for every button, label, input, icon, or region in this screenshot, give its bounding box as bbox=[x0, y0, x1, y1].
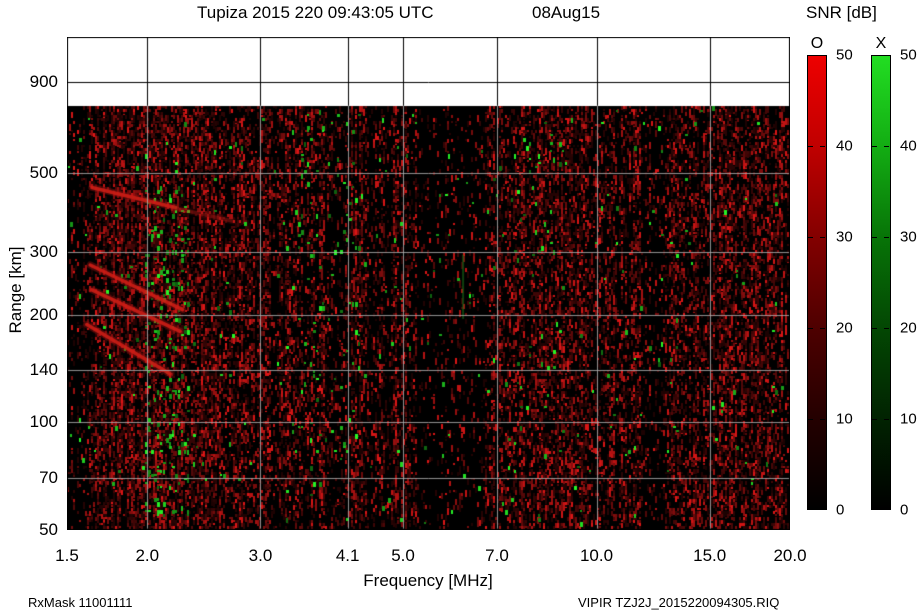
plot-date-label: 08Aug15 bbox=[532, 3, 601, 22]
y-tick-label: 500 bbox=[29, 162, 58, 182]
colorbar-tick-label: 0 bbox=[836, 501, 845, 519]
x-tick-label: 1.5 bbox=[55, 546, 79, 565]
colorbar-tick-dash bbox=[872, 237, 877, 238]
ionogram-canvas bbox=[67, 37, 790, 530]
colorbar-tick-dash bbox=[884, 237, 889, 238]
x-tick-label: 4.1 bbox=[335, 546, 360, 565]
plot-title: Tupiza 2015 220 09:43:05 UTC bbox=[197, 3, 434, 22]
colorbar-tick-dash bbox=[820, 328, 825, 329]
colorbar-tick-dash bbox=[884, 419, 889, 420]
colorbar-tick-dash bbox=[872, 146, 877, 147]
colorbar-tick-label: 30 bbox=[836, 228, 853, 246]
y-tick-label: 140 bbox=[29, 360, 58, 380]
colorbar-tick-dash bbox=[820, 419, 825, 420]
o-channel-label: O bbox=[810, 35, 824, 52]
o-channel-colorbar bbox=[807, 55, 827, 510]
x-axis-label: Frequency [MHz] bbox=[363, 571, 493, 590]
colorbar-tick-dash bbox=[884, 146, 889, 147]
colorbar-tick-dash bbox=[884, 328, 889, 329]
colorbar-tick-dash bbox=[820, 146, 825, 147]
colorbar-tick-label: 10 bbox=[836, 410, 853, 428]
colorbar-tick-label: 40 bbox=[900, 137, 917, 155]
colorbar-tick-label: 20 bbox=[900, 319, 917, 337]
snr-colorbar-group-x: X 50 40 30 20 10 0 bbox=[871, 35, 917, 519]
x-tick-label: 3.0 bbox=[248, 546, 273, 565]
x-tick-label: 15.0 bbox=[693, 546, 727, 565]
colorbar-tick-label: 20 bbox=[836, 319, 853, 337]
colorbar-tick-dash bbox=[872, 419, 877, 420]
x-tick-label: 5.0 bbox=[391, 546, 415, 565]
colorbar-tick-dash bbox=[808, 237, 813, 238]
colorbar-tick-dash bbox=[808, 146, 813, 147]
x-channel-label: X bbox=[875, 35, 887, 52]
y-axis-label: Range [km] bbox=[6, 246, 25, 334]
rx-mask-label: RxMask 11001111 bbox=[28, 595, 133, 610]
y-tick-label: 100 bbox=[29, 412, 58, 432]
y-tick-label: 70 bbox=[39, 467, 58, 487]
y-tick-label: 900 bbox=[29, 71, 58, 91]
colorbar-tick-dash bbox=[808, 328, 813, 329]
ionogram-view: { "header": { "title": "Tupiza 2015 220 … bbox=[0, 0, 922, 614]
y-tick-label: 50 bbox=[39, 520, 58, 539]
snr-legend-title: SNR [dB] bbox=[806, 3, 877, 22]
x-channel-colorbar bbox=[871, 55, 891, 510]
colorbar-tick-label: 50 bbox=[836, 46, 853, 64]
source-file-label: VIPIR TZJ2J_2015220094305.RIQ bbox=[578, 595, 780, 610]
colorbar-tick-label: 0 bbox=[900, 501, 909, 519]
colorbar-tick-dash bbox=[808, 419, 813, 420]
snr-colorbar-group-o: O 50 40 30 20 10 0 bbox=[807, 35, 853, 519]
colorbar-tick-label: 50 bbox=[900, 46, 917, 64]
colorbar-tick-label: 30 bbox=[900, 228, 917, 246]
colorbar-tick-dash bbox=[872, 328, 877, 329]
colorbar-tick-label: 40 bbox=[836, 137, 853, 155]
x-tick-label: 7.0 bbox=[485, 546, 509, 565]
x-tick-label: 10.0 bbox=[579, 546, 614, 565]
x-tick-label: 20.0 bbox=[773, 546, 807, 565]
colorbar-tick-dash bbox=[820, 237, 825, 238]
x-tick-label: 2.0 bbox=[135, 546, 160, 565]
colorbar-tick-label: 10 bbox=[900, 410, 917, 428]
